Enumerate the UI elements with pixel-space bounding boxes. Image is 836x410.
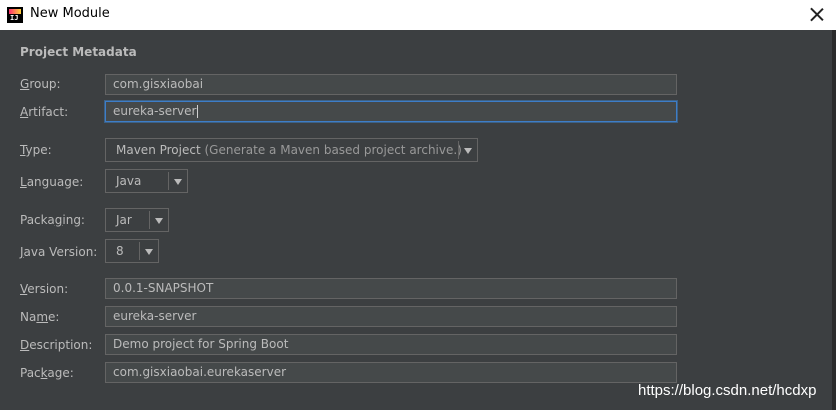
artifact-field[interactable]: eureka-server: [105, 101, 677, 122]
description-field[interactable]: Demo project for Spring Boot: [105, 334, 677, 355]
artifact-label: Artifact:: [20, 105, 69, 119]
text-caret: [197, 105, 199, 118]
chevron-down-icon: [464, 148, 472, 154]
package-label: Package:: [20, 366, 74, 380]
package-field[interactable]: com.gisxiaobai.eurekaserver: [105, 362, 677, 383]
close-icon[interactable]: [806, 4, 828, 26]
type-label: Type:: [20, 143, 52, 157]
intellij-idea-icon: IJ: [7, 7, 23, 23]
packaging-label: Packaging:: [20, 213, 85, 227]
java-version-label: Java Version:: [20, 245, 98, 259]
version-field[interactable]: 0.0.1-SNAPSHOT: [105, 278, 677, 299]
group-label: Group:: [20, 77, 61, 91]
group-field[interactable]: com.gisxiaobai: [105, 74, 677, 95]
watermark-text: https://blog.csdn.net/hcdxp: [638, 382, 817, 399]
version-label: Version:: [20, 282, 69, 296]
window-edge: [832, 30, 836, 410]
chevron-down-icon: [155, 218, 163, 224]
type-dropdown[interactable]: Maven Project (Generate a Maven based pr…: [105, 138, 478, 162]
packaging-dropdown[interactable]: Jar: [105, 208, 169, 232]
java-version-dropdown[interactable]: 8: [105, 239, 159, 263]
window-title: New Module: [30, 6, 110, 21]
name-field[interactable]: eureka-server: [105, 306, 677, 327]
chevron-down-icon: [145, 249, 153, 255]
language-dropdown[interactable]: Java: [105, 169, 188, 193]
section-title: Project Metadata: [20, 45, 137, 59]
name-label: Name:: [20, 310, 60, 324]
description-label: Description:: [20, 338, 93, 352]
chevron-down-icon: [174, 179, 182, 185]
window-titlebar: IJ New Module: [0, 0, 836, 30]
project-metadata-panel: Project Metadata Group: com.gisxiaobai A…: [0, 30, 832, 410]
language-label: Language:: [20, 175, 84, 189]
